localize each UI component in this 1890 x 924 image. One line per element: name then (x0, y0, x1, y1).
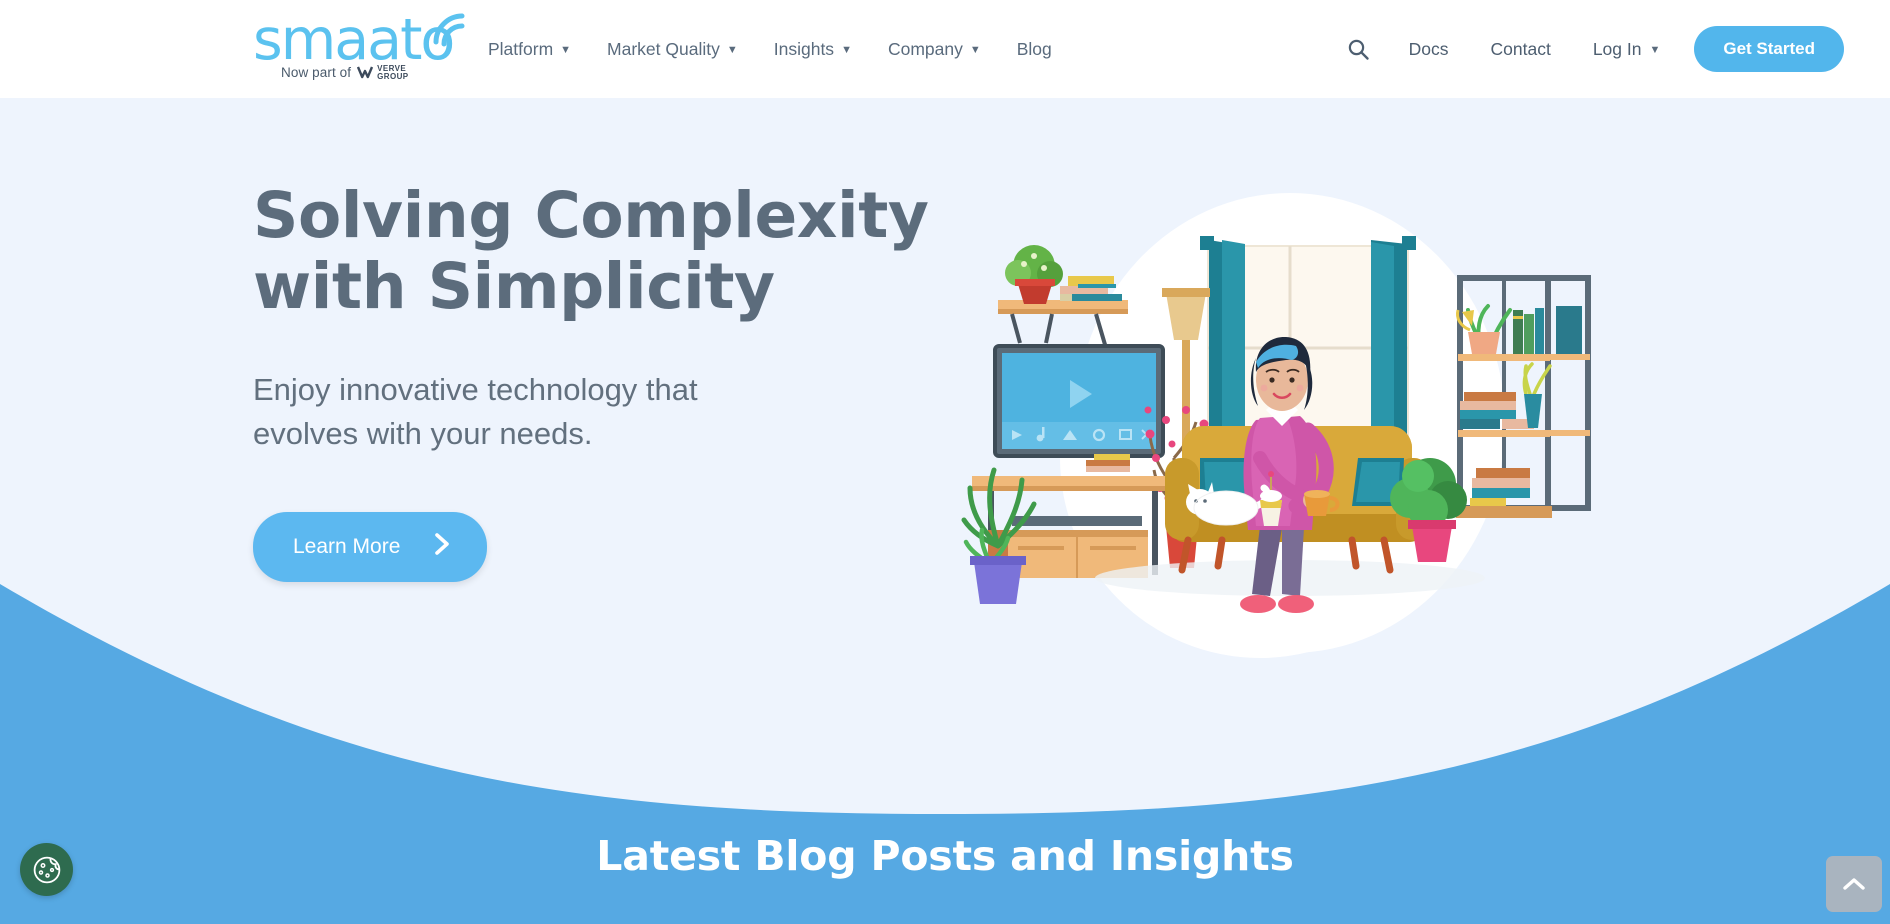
hero-title-line-1: Solving Complexity (253, 179, 929, 252)
search-button[interactable] (1329, 38, 1388, 61)
nav-item-label: Market Quality (607, 38, 720, 59)
nav-link-label: Docs (1408, 38, 1449, 59)
nav-link-label: Contact (1490, 38, 1551, 59)
shelf-plant-pot (1468, 332, 1500, 354)
hero-subtitle-line-1: Enjoy innovative technology that (253, 372, 698, 408)
get-started-button[interactable]: Get Started (1694, 26, 1844, 72)
page-title: Solving Complexity with Simplicity (253, 180, 953, 322)
secondary-navigation: Docs Contact Log In ▼ Get Started (1329, 0, 1844, 98)
learn-more-label: Learn More (293, 535, 401, 559)
hero-copy: Solving Complexity with Simplicity Enjoy… (253, 180, 953, 583)
hero-title-line-2: with Simplicity (253, 250, 775, 324)
chevron-down-icon: ▼ (1649, 43, 1661, 56)
nav-item-label: Blog (1016, 38, 1052, 59)
primary-navigation: Platform ▼ Market Quality ▼ Insights ▼ C… (488, 0, 1070, 98)
pink-pot (1412, 526, 1452, 562)
site-logo[interactable]: smaato Now part of VERVE GROUP (253, 7, 465, 80)
cookie-icon (33, 856, 60, 883)
shoe-left (1240, 595, 1276, 613)
nav-item-label: Company (887, 38, 963, 59)
hero-illustration (960, 158, 1600, 718)
site-header: smaato Now part of VERVE GROUP Platform (0, 0, 1890, 98)
chevron-up-icon (1843, 878, 1865, 890)
logo-signal-icon (430, 8, 472, 55)
chevron-down-icon: ▼ (726, 43, 738, 56)
woman-on-sofa-illustration (961, 193, 1591, 658)
nav-link-contact[interactable]: Contact (1470, 39, 1572, 60)
scroll-to-top-button[interactable] (1826, 856, 1882, 912)
shoe-right (1278, 595, 1314, 613)
nav-item-company[interactable]: Company ▼ (870, 39, 999, 60)
nav-item-label: Insights (773, 38, 835, 59)
chevron-down-icon: ▼ (969, 43, 981, 56)
learn-more-button[interactable]: Learn More (253, 512, 488, 583)
nav-item-insights[interactable]: Insights ▼ (756, 39, 870, 60)
hero-section: Solving Complexity with Simplicity Enjoy… (0, 98, 1890, 924)
nav-item-market-quality[interactable]: Market Quality ▼ (589, 39, 756, 60)
nav-link-login[interactable]: Log In ▼ (1572, 39, 1675, 60)
television (993, 344, 1165, 458)
nav-item-blog[interactable]: Blog (999, 39, 1070, 60)
cookie-consent-button[interactable] (20, 843, 73, 896)
chevron-down-icon: ▼ (841, 43, 852, 56)
hero-subtitle-line-2: evolves with your needs. (253, 416, 593, 452)
nav-item-label: Platform (488, 38, 554, 59)
chevron-right-icon (434, 532, 451, 562)
plant-pot-purple (974, 562, 1022, 604)
chevron-down-icon: ▼ (560, 43, 572, 56)
search-icon (1348, 39, 1369, 60)
hero-subtitle: Enjoy innovative technology that evolves… (253, 368, 953, 456)
nav-link-label: Log In (1592, 38, 1642, 59)
tv-control-bar (1002, 422, 1156, 449)
nav-item-platform[interactable]: Platform ▼ (488, 39, 589, 60)
logo-wordmark: smaato (253, 7, 455, 73)
nav-link-docs[interactable]: Docs (1388, 39, 1470, 60)
